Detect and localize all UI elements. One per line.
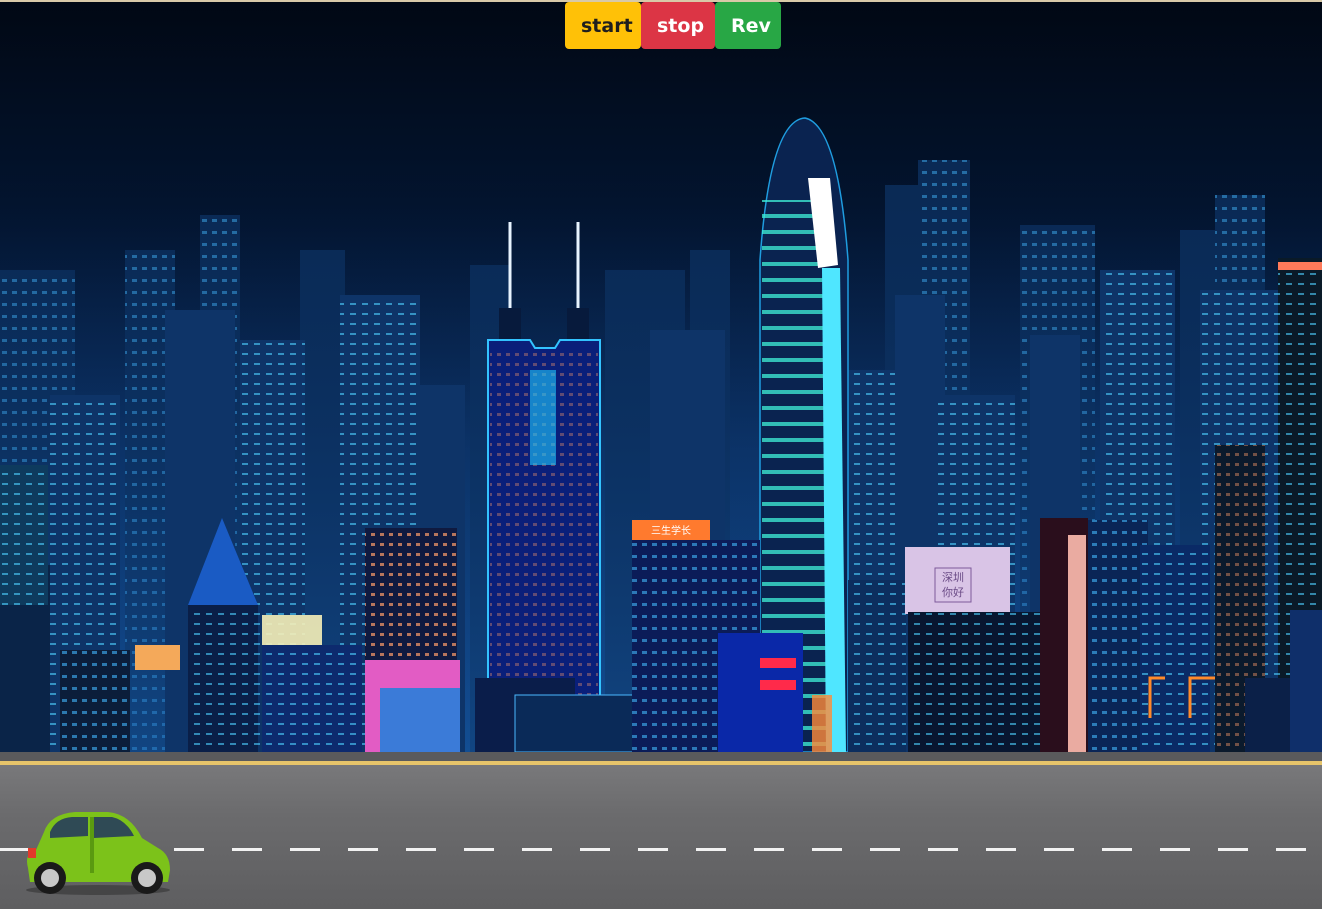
- animation-scene: 三生学长 深圳 你好: [0, 0, 1322, 909]
- controls-bar: start stop Rev: [565, 2, 781, 49]
- reverse-button[interactable]: Rev: [715, 2, 781, 49]
- start-button[interactable]: start: [565, 2, 641, 49]
- car-icon: [26, 812, 170, 895]
- stop-button[interactable]: stop: [641, 2, 715, 49]
- billboard-line1: 深圳: [942, 571, 964, 584]
- road-edge-line: [0, 761, 1322, 765]
- lane-divider: [0, 848, 1322, 851]
- billboard-line2: 你好: [942, 585, 964, 599]
- city-skyline: 三生学长 深圳 你好: [0, 117, 1322, 752]
- road: [0, 752, 1322, 909]
- sign-orange-text: 三生学长: [651, 524, 691, 537]
